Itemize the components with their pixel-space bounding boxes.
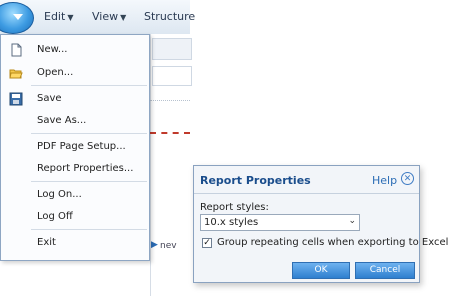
chevron-down-icon: ⌄ <box>348 216 356 226</box>
tree-arrow-icon: ▶ <box>151 240 158 250</box>
report-properties-dialog: Report Properties Help ✕ Report styles: … <box>193 165 448 283</box>
chevron-down-icon <box>13 14 23 20</box>
section-divider <box>150 100 190 101</box>
ribbon-menu-view[interactable]: View ▼ <box>92 10 126 23</box>
menu-item-label: Open... <box>37 67 74 78</box>
menu-separator <box>31 181 147 182</box>
top-ribbon: Edit ▼ View ▼ Structure <box>0 0 195 35</box>
dialog-divider <box>194 193 419 194</box>
ribbon-menu-structure[interactable]: Structure <box>144 10 195 23</box>
application-menu: New... Open... Save Save As... PDF Page … <box>0 34 150 261</box>
menu-item-label: New... <box>37 44 68 55</box>
menu-separator <box>31 85 147 86</box>
menu-item-exit[interactable]: Exit <box>1 232 149 254</box>
report-styles-label: Report styles: <box>200 202 269 213</box>
menu-item-label: Save As... <box>37 115 87 126</box>
new-document-icon <box>11 43 22 57</box>
toolbar-strip <box>152 38 192 60</box>
ribbon-menu-edit[interactable]: Edit ▼ <box>44 10 73 23</box>
menu-item-log-off[interactable]: Log Off <box>1 206 149 228</box>
menu-item-save[interactable]: Save <box>1 88 149 110</box>
menu-item-label: PDF Page Setup... <box>37 141 126 152</box>
application-menu-button[interactable] <box>0 2 34 34</box>
menu-item-label: Log On... <box>37 189 82 200</box>
page-break-line <box>150 132 190 134</box>
close-icon[interactable]: ✕ <box>401 172 414 185</box>
menu-item-label: Save <box>37 93 62 104</box>
cancel-button[interactable]: Cancel <box>355 262 415 279</box>
menu-item-pdf-page-setup[interactable]: PDF Page Setup... <box>1 136 149 158</box>
menu-item-new[interactable]: New... <box>1 39 149 61</box>
toolbar-field <box>152 66 192 86</box>
ribbon-menu-edit-label: Edit <box>44 10 66 23</box>
save-disk-icon <box>9 92 23 106</box>
open-folder-icon <box>9 69 23 79</box>
menu-item-label: Log Off <box>37 211 73 222</box>
chevron-down-icon: ▼ <box>67 13 74 22</box>
ribbon-menu-structure-label: Structure <box>144 10 196 23</box>
menu-item-open[interactable]: Open... <box>1 62 149 84</box>
group-repeating-cells-label: Group repeating cells when exporting to … <box>217 237 449 248</box>
ok-button[interactable]: OK <box>292 262 350 279</box>
menu-separator <box>31 133 147 134</box>
canvas-partial-text: nev <box>160 241 177 251</box>
menu-item-label: Report Properties... <box>37 163 134 174</box>
ribbon-menu-view-label: View <box>92 10 119 23</box>
report-styles-select[interactable]: 10.x styles ⌄ <box>200 214 360 231</box>
menu-item-report-properties[interactable]: Report Properties... <box>1 158 149 180</box>
help-link[interactable]: Help <box>372 174 397 187</box>
group-repeating-cells-checkbox[interactable]: ✓ <box>202 238 212 248</box>
menu-item-log-on[interactable]: Log On... <box>1 184 149 206</box>
report-styles-value: 10.x styles <box>204 217 259 228</box>
dialog-title: Report Properties <box>200 174 311 187</box>
menu-item-label: Exit <box>37 237 56 248</box>
menu-item-save-as[interactable]: Save As... <box>1 110 149 132</box>
chevron-down-icon: ▼ <box>120 13 127 22</box>
menu-separator <box>31 229 147 230</box>
